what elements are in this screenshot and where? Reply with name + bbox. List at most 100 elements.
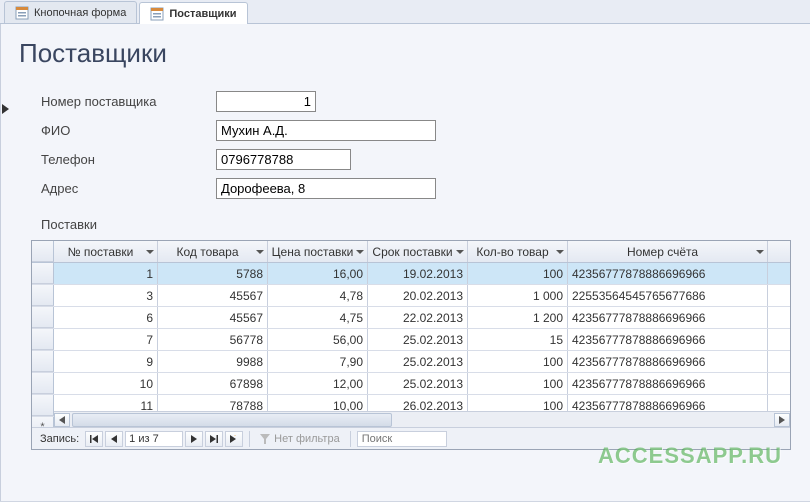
- nav-last-button[interactable]: [205, 431, 223, 447]
- cell-account[interactable]: 42356777878886696966: [568, 263, 768, 284]
- cell-product-code[interactable]: 5788: [158, 263, 268, 284]
- row-selector[interactable]: [32, 263, 54, 284]
- scroll-thumb[interactable]: [72, 413, 392, 427]
- scroll-right-button[interactable]: [774, 413, 790, 427]
- cell-delivery-no[interactable]: 10: [54, 373, 158, 394]
- cell-delivery-no[interactable]: 3: [54, 285, 158, 306]
- cell-delivery-no[interactable]: 6: [54, 307, 158, 328]
- row-selector[interactable]: [32, 329, 54, 350]
- horizontal-scrollbar[interactable]: [54, 411, 790, 427]
- cell-qty[interactable]: 100: [468, 351, 568, 372]
- search-input[interactable]: [357, 431, 447, 447]
- cell-delivery-no[interactable]: 9: [54, 351, 158, 372]
- cell-product-code[interactable]: 67898: [158, 373, 268, 394]
- row-selector[interactable]: [32, 373, 54, 394]
- row-selector[interactable]: [32, 307, 54, 328]
- cell-account[interactable]: 42356777878886696966: [568, 373, 768, 394]
- cell-price[interactable]: 4,78: [268, 285, 368, 306]
- form-area: Поставщики Номер поставщика ФИО Телефон …: [0, 24, 810, 502]
- cell-qty[interactable]: 100: [468, 263, 568, 284]
- cell-date[interactable]: 25.02.2013: [368, 351, 468, 372]
- form-icon: [15, 6, 29, 20]
- col-header-account[interactable]: Номер счёта: [568, 241, 768, 262]
- table-row[interactable]: 75677856,0025.02.20131542356777878886696…: [32, 329, 790, 351]
- record-label: Запись:: [36, 433, 83, 445]
- cell-product-code[interactable]: 9988: [158, 351, 268, 372]
- cell-price[interactable]: 16,00: [268, 263, 368, 284]
- record-selector-bar[interactable]: [0, 24, 1, 501]
- cell-qty[interactable]: 1 000: [468, 285, 568, 306]
- page-title: Поставщики: [1, 24, 810, 87]
- cell-date[interactable]: 25.02.2013: [368, 373, 468, 394]
- filter-icon: [260, 434, 270, 444]
- table-row[interactable]: 1578816,0019.02.201310042356777878886696…: [32, 263, 790, 285]
- cell-date[interactable]: 20.02.2013: [368, 285, 468, 306]
- label-fio: ФИО: [41, 123, 216, 138]
- cell-price[interactable]: 12,00: [268, 373, 368, 394]
- tab-button-form[interactable]: Кнопочная форма: [4, 1, 137, 23]
- cell-product-code[interactable]: 45567: [158, 307, 268, 328]
- grid-header-row: № поставки Код товара Цена поставки Срок…: [32, 241, 790, 263]
- sort-arrow-icon: [356, 250, 364, 254]
- nav-prev-button[interactable]: [105, 431, 123, 447]
- current-record-marker-icon: [2, 104, 9, 114]
- input-address[interactable]: [216, 178, 436, 199]
- nav-next-button[interactable]: [185, 431, 203, 447]
- cell-account[interactable]: 42356777878886696966: [568, 329, 768, 350]
- cell-price[interactable]: 4,75: [268, 307, 368, 328]
- cell-qty[interactable]: 100: [468, 373, 568, 394]
- label-supplier-no: Номер поставщика: [41, 94, 216, 109]
- cell-delivery-no[interactable]: 1: [54, 263, 158, 284]
- filter-status[interactable]: Нет фильтра: [256, 433, 344, 445]
- sort-arrow-icon: [456, 250, 464, 254]
- svg-text:*: *: [234, 435, 237, 440]
- tab-label: Кнопочная форма: [34, 7, 126, 19]
- tab-suppliers[interactable]: Поставщики: [139, 2, 247, 24]
- nav-new-button[interactable]: *: [225, 431, 243, 447]
- select-all-rows[interactable]: [32, 241, 54, 262]
- table-row[interactable]: 3455674,7820.02.20131 000225535645457656…: [32, 285, 790, 307]
- scroll-left-button[interactable]: [54, 413, 70, 427]
- input-phone[interactable]: [216, 149, 351, 170]
- cell-price[interactable]: 7,90: [268, 351, 368, 372]
- cell-price[interactable]: 56,00: [268, 329, 368, 350]
- divider: [249, 431, 250, 447]
- cell-product-code[interactable]: 45567: [158, 285, 268, 306]
- col-header-product-code[interactable]: Код товара: [158, 241, 268, 262]
- cell-date[interactable]: 22.02.2013: [368, 307, 468, 328]
- input-supplier-no[interactable]: [216, 91, 316, 112]
- cell-date[interactable]: 19.02.2013: [368, 263, 468, 284]
- sort-arrow-icon: [556, 250, 564, 254]
- divider: [350, 431, 351, 447]
- record-navigation-bar: Запись: 1 из 7 * Нет фильтра: [32, 427, 790, 449]
- table-row[interactable]: 999887,9025.02.2013100423567778788866969…: [32, 351, 790, 373]
- cell-account[interactable]: 22553564545765677686: [568, 285, 768, 306]
- label-address: Адрес: [41, 181, 216, 196]
- subform-grid: № поставки Код товара Цена поставки Срок…: [31, 240, 791, 450]
- tab-bar: Кнопочная форма Поставщики: [0, 0, 810, 24]
- input-fio[interactable]: [216, 120, 436, 141]
- cell-product-code[interactable]: 56778: [158, 329, 268, 350]
- label-phone: Телефон: [41, 152, 216, 167]
- row-selector[interactable]: [32, 285, 54, 306]
- cell-account[interactable]: 42356777878886696966: [568, 307, 768, 328]
- col-header-delivery-no[interactable]: № поставки: [54, 241, 158, 262]
- sort-arrow-icon: [146, 250, 154, 254]
- sort-arrow-icon: [256, 250, 264, 254]
- record-position[interactable]: 1 из 7: [125, 431, 183, 447]
- sort-arrow-icon: [756, 250, 764, 254]
- col-header-price[interactable]: Цена поставки: [268, 241, 368, 262]
- row-selector[interactable]: [32, 395, 54, 416]
- cell-delivery-no[interactable]: 7: [54, 329, 158, 350]
- table-row[interactable]: 6455674,7522.02.20131 200423567778788866…: [32, 307, 790, 329]
- nav-first-button[interactable]: [85, 431, 103, 447]
- cell-qty[interactable]: 15: [468, 329, 568, 350]
- subform-title: Поставки: [1, 203, 810, 236]
- cell-qty[interactable]: 1 200: [468, 307, 568, 328]
- cell-account[interactable]: 42356777878886696966: [568, 351, 768, 372]
- row-selector[interactable]: [32, 351, 54, 372]
- table-row[interactable]: 106789812,0025.02.2013100423567778788866…: [32, 373, 790, 395]
- col-header-qty[interactable]: Кол-во товар: [468, 241, 568, 262]
- col-header-date[interactable]: Срок поставки: [368, 241, 468, 262]
- cell-date[interactable]: 25.02.2013: [368, 329, 468, 350]
